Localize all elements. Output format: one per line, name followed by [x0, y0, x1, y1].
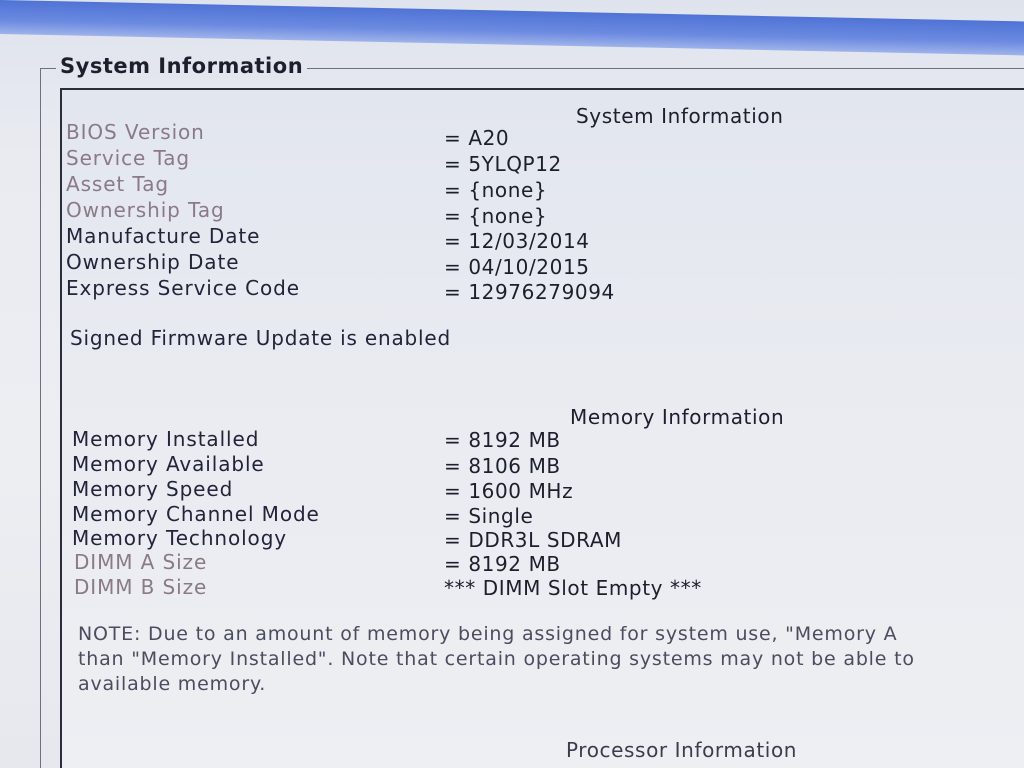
express-service-code-value: = 12976279094 [444, 280, 615, 304]
memory-technology-label: Memory Technology [72, 526, 288, 550]
dimm-a-size-label: DIMM A Size [74, 550, 208, 574]
memory-technology-value: = DDR3L SDRAM [444, 528, 622, 552]
service-tag-label: Service Tag [66, 146, 191, 170]
group-box-title: System Information [56, 54, 308, 78]
memory-available-label: Memory Available [72, 452, 265, 476]
memory-speed-label: Memory Speed [72, 477, 234, 501]
ownership-date-value: = 04/10/2015 [444, 255, 590, 279]
bios-version-label: BIOS Version [66, 120, 205, 144]
dimm-b-size-value: *** DIMM Slot Empty *** [444, 576, 702, 600]
memory-note-line-2: than "Memory Installed". Note that certa… [78, 648, 915, 670]
title-bar [0, 0, 1024, 56]
memory-installed-label: Memory Installed [72, 427, 260, 451]
bios-screen: System Information System Information BI… [0, 0, 1024, 768]
ownership-tag-label: Ownership Tag [66, 198, 225, 222]
memory-channel-mode-value: = Single [444, 504, 534, 528]
ownership-date-label: Ownership Date [66, 250, 240, 274]
memory-information-heading: Memory Information [570, 405, 785, 429]
asset-tag-value: = {none} [444, 178, 548, 202]
dimm-b-size-label: DIMM B Size [74, 575, 208, 599]
processor-information-heading: Processor Information [566, 738, 798, 762]
express-service-code-label: Express Service Code [66, 276, 300, 300]
asset-tag-label: Asset Tag [66, 172, 169, 196]
bios-version-value: = A20 [444, 126, 510, 150]
memory-channel-mode-label: Memory Channel Mode [72, 502, 320, 526]
manufacture-date-value: = 12/03/2014 [444, 229, 590, 253]
ownership-tag-value: = {none} [444, 204, 548, 228]
system-information-heading: System Information [576, 104, 784, 128]
service-tag-value: = 5YLQP12 [444, 152, 562, 176]
memory-speed-value: = 1600 MHz [444, 479, 574, 503]
dimm-a-size-value: = 8192 MB [444, 552, 561, 576]
memory-note-line-3: available memory. [78, 673, 267, 695]
memory-note-line-1: NOTE: Due to an amount of memory being a… [78, 623, 898, 645]
firmware-status-text: Signed Firmware Update is enabled [70, 326, 452, 350]
manufacture-date-label: Manufacture Date [66, 224, 261, 248]
memory-installed-value: = 8192 MB [444, 428, 561, 452]
memory-available-value: = 8106 MB [444, 454, 561, 478]
